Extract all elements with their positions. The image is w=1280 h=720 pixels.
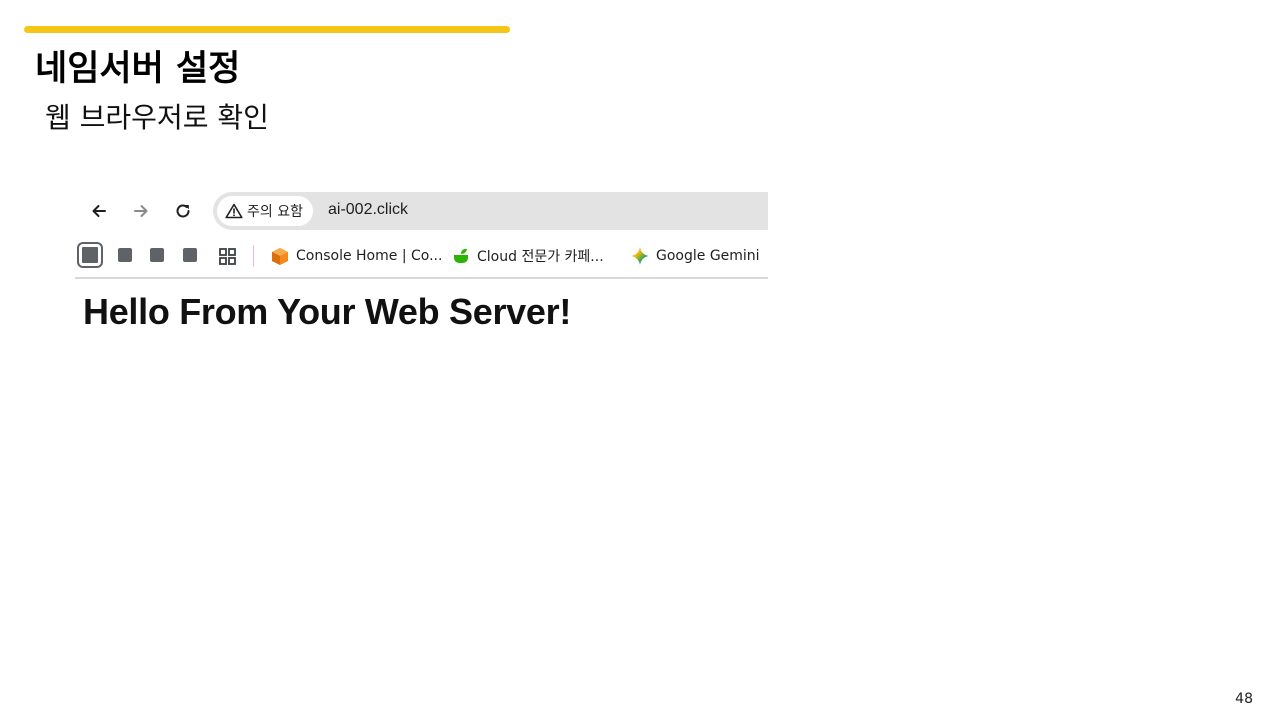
slide: 네임서버 설정 웹 브라우저로 확인 주의 요함 ai-002.click Co…	[0, 0, 1280, 720]
arrow-right-icon	[134, 205, 148, 217]
browser-screenshot: 주의 요함 ai-002.click Console Home | Co... …	[75, 185, 768, 355]
bookmark-label: Console Home | Co...	[296, 248, 443, 264]
bookmark-label: Google Gemini	[656, 248, 760, 264]
page-number: 48	[1235, 691, 1253, 707]
bookmark-cloud-cafe[interactable]: Cloud 전문가 카페...	[452, 245, 604, 267]
security-status-chip[interactable]: 주의 요함	[217, 196, 313, 226]
web-page-content: Hello From Your Web Server!	[75, 279, 768, 355]
url-text[interactable]: ai-002.click	[328, 201, 408, 219]
arrow-left-icon	[92, 205, 106, 217]
tab-group-icon[interactable]	[183, 248, 197, 262]
bookmarks-divider	[253, 245, 254, 267]
tab-group-icon[interactable]	[79, 244, 101, 266]
warning-triangle-icon	[225, 203, 243, 219]
apps-grid-icon[interactable]	[219, 248, 236, 265]
forward-button[interactable]	[129, 199, 153, 223]
bookmarks-bar: Console Home | Co... Cloud 전문가 카페... Goo…	[75, 237, 768, 279]
browser-toolbar: 주의 요함 ai-002.click	[75, 185, 768, 237]
page-heading: Hello From Your Web Server!	[83, 291, 572, 332]
slide-title: 네임서버 설정	[35, 49, 241, 89]
reload-button[interactable]	[171, 199, 195, 223]
slide-subtitle: 웹 브라우저로 확인	[45, 101, 269, 134]
green-leaf-cup-icon	[454, 248, 468, 263]
gemini-sparkle-icon	[631, 247, 649, 265]
tab-group-icon[interactable]	[118, 248, 132, 262]
bookmark-console-home[interactable]: Console Home | Co...	[271, 245, 442, 267]
title-accent-bar	[24, 26, 510, 33]
bookmark-label: Cloud 전문가 카페...	[477, 249, 604, 265]
security-status-label: 주의 요함	[247, 204, 303, 220]
back-button[interactable]	[87, 199, 111, 223]
tab-group-icon[interactable]	[150, 248, 164, 262]
bookmark-google-gemini[interactable]: Google Gemini	[631, 245, 760, 267]
reload-icon	[176, 204, 190, 218]
address-bar[interactable]: 주의 요함 ai-002.click	[213, 192, 768, 230]
aws-cube-icon	[272, 247, 288, 265]
